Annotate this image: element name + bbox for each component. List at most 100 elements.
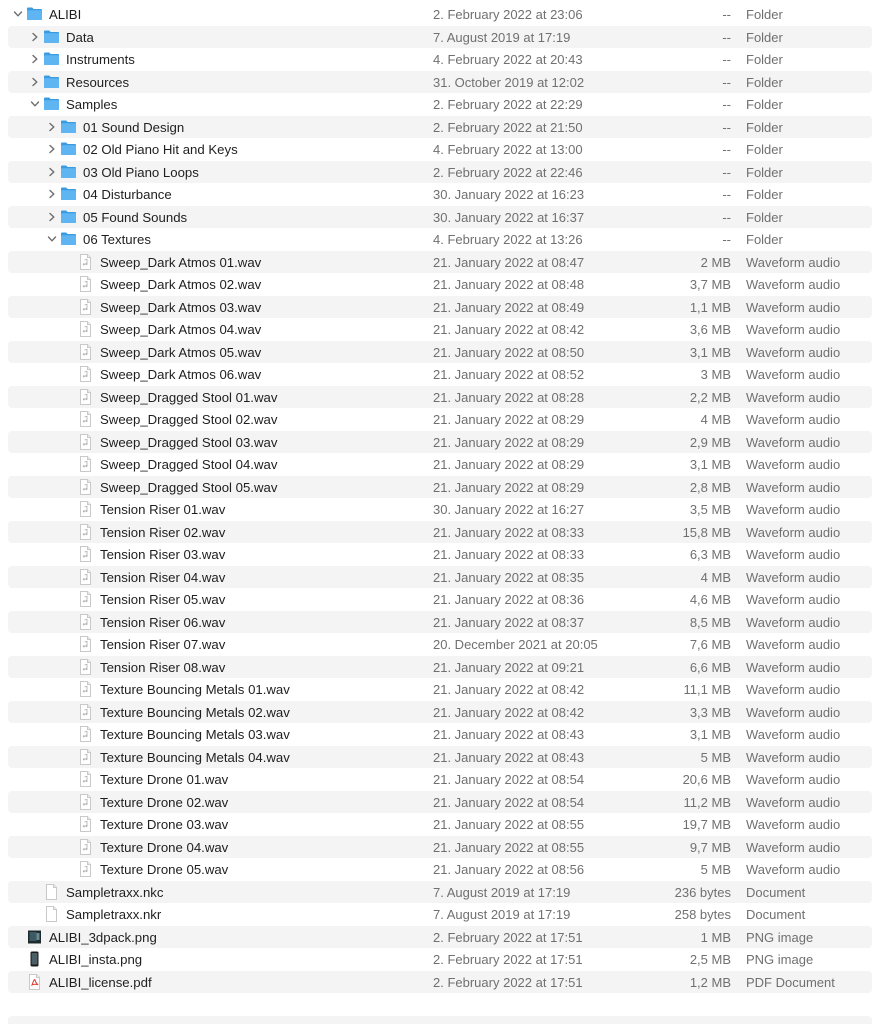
file-row[interactable]: Sampletraxx.nkc 7. August 2019 at 17:19 23… xyxy=(0,880,872,904)
chevron-right-icon[interactable] xyxy=(29,53,41,65)
file-row[interactable]: Sweep_Dark Atmos 06.wav 21. January 2022 … xyxy=(0,363,872,386)
date-modified: 2. February 2022 at 22:29 xyxy=(433,97,583,112)
file-kind: Waveform audio xyxy=(746,412,841,427)
file-row[interactable]: Sweep_Dragged Stool 02.wav 21. January 20… xyxy=(0,408,872,431)
file-row[interactable]: ALIBI_3dpack.png 2. February 2022 at 17:5… xyxy=(0,925,872,949)
file-size: 3 MB xyxy=(700,367,731,382)
file-kind: Waveform audio xyxy=(746,817,841,832)
file-row[interactable]: Tension Riser 03.wav 21. January 2022 at … xyxy=(0,543,872,566)
date-modified: 21. January 2022 at 08:55 xyxy=(433,839,585,855)
date-modified: 7. August 2019 at 17:19 xyxy=(433,907,571,922)
file-kind: Document xyxy=(746,907,806,922)
file-row[interactable]: Sweep_Dragged Stool 03.wav 21. January 20… xyxy=(0,430,872,454)
file-kind: Waveform audio xyxy=(746,862,841,877)
file-row[interactable]: Texture Drone 03.wav 21. January 2022 at … xyxy=(0,813,872,836)
folder-row[interactable]: 01 Sound Design 2. February 2022 at 21:50… xyxy=(0,115,872,139)
folder-row[interactable]: 06 Textures 4. February 2022 at 13:26 -- Fo… xyxy=(0,228,872,251)
file-size: 8,5 MB xyxy=(689,614,731,630)
chevron-right-icon[interactable] xyxy=(46,121,58,133)
chevron-right-icon[interactable] xyxy=(46,188,58,200)
date-modified: 21. January 2022 at 08:42 xyxy=(433,682,585,697)
file-name: Sweep_Dragged Stool 01.wav xyxy=(100,389,278,405)
folder-icon xyxy=(43,29,60,45)
date-modified: 2. February 2022 at 17:51 xyxy=(433,974,583,990)
file-row[interactable]: Texture Bouncing Metals 03.wav 21. Januar… xyxy=(0,723,872,746)
folder-row[interactable]: 04 Disturbance 30. January 2022 at 16:23 -… xyxy=(0,183,872,206)
file-size: 9,7 MB xyxy=(689,839,731,855)
chevron-down-icon[interactable] xyxy=(29,98,41,110)
folder-row[interactable]: Data 7. August 2019 at 17:19 -- Folder xyxy=(0,25,872,49)
audio-file-icon xyxy=(77,501,94,517)
file-row[interactable]: Sampletraxx.nkr 7. August 2019 at 17:19 25… xyxy=(0,903,872,926)
file-row[interactable]: Texture Drone 05.wav 21. January 2022 at … xyxy=(0,858,872,881)
folder-row[interactable]: 02 Old Piano Hit and Keys 4. February 202… xyxy=(0,138,872,161)
file-row[interactable]: Tension Riser 08.wav 21. January 2022 at … xyxy=(0,655,872,679)
audio-file-icon xyxy=(77,366,94,382)
file-row[interactable]: Tension Riser 07.wav 20. December 2021 at… xyxy=(0,633,872,656)
file-kind: PDF Document xyxy=(746,974,835,990)
date-modified: 21. January 2022 at 08:43 xyxy=(433,749,585,765)
chevron-right-icon[interactable] xyxy=(29,76,41,88)
file-size: -- xyxy=(722,232,731,247)
file-row[interactable]: Texture Drone 02.wav 21. January 2022 at … xyxy=(0,790,872,814)
file-name: Sweep_Dragged Stool 02.wav xyxy=(100,412,278,427)
folder-row[interactable]: Samples 2. February 2022 at 22:29 -- Folder xyxy=(0,93,872,116)
file-name: Sampletraxx.nkr xyxy=(66,907,162,922)
file-row[interactable]: Sweep_Dragged Stool 05.wav 21. January 20… xyxy=(0,475,872,499)
audio-file-icon xyxy=(77,838,94,855)
file-row[interactable]: Tension Riser 02.wav 21. January 2022 at … xyxy=(0,520,872,544)
audio-file-icon xyxy=(77,681,94,697)
chevron-right-icon[interactable] xyxy=(29,31,41,43)
file-row[interactable]: Sweep_Dark Atmos 04.wav 21. January 2022 … xyxy=(0,318,872,341)
file-row[interactable]: Texture Bouncing Metals 01.wav 21. Januar… xyxy=(0,678,872,701)
file-kind: Waveform audio xyxy=(746,614,841,630)
file-row[interactable]: ALIBI_insta.png 2. February 2022 at 17:51… xyxy=(0,948,872,971)
folder-row[interactable]: Resources 31. October 2019 at 12:02 -- Fold… xyxy=(0,70,872,94)
document-icon xyxy=(43,883,60,900)
audio-file-icon xyxy=(77,726,94,742)
file-row[interactable]: Sweep_Dark Atmos 05.wav 21. January 2022 … xyxy=(0,340,872,364)
file-name: Texture Drone 03.wav xyxy=(100,817,229,832)
file-size: 2,5 MB xyxy=(689,952,731,967)
file-row[interactable]: Sweep_Dark Atmos 02.wav 21. January 2022 … xyxy=(0,273,872,296)
chevron-down-icon[interactable] xyxy=(46,233,58,245)
file-size: 5 MB xyxy=(700,749,731,765)
folder-row[interactable]: 05 Found Sounds 30. January 2022 at 16:37… xyxy=(0,205,872,229)
file-kind: Folder xyxy=(746,142,783,157)
chevron-right-icon[interactable] xyxy=(46,143,58,155)
audio-file-icon xyxy=(77,816,94,832)
file-size: 3,6 MB xyxy=(689,322,731,337)
file-row[interactable]: ALIBI_license.pdf 2. February 2022 at 17:… xyxy=(0,970,872,994)
file-row[interactable]: Tension Riser 04.wav 21. January 2022 at … xyxy=(0,565,872,589)
file-kind: Waveform audio xyxy=(746,592,841,607)
file-row[interactable]: Sweep_Dragged Stool 01.wav 21. January 20… xyxy=(0,385,872,409)
file-name: Resources xyxy=(66,74,130,90)
file-row[interactable]: Texture Bouncing Metals 02.wav 21. Januar… xyxy=(0,700,872,724)
file-kind: Waveform audio xyxy=(746,479,841,495)
file-row[interactable]: Tension Riser 05.wav 21. January 2022 at … xyxy=(0,588,872,611)
file-row[interactable]: Sweep_Dark Atmos 01.wav 21. January 2022 … xyxy=(0,250,872,274)
date-modified: 21. January 2022 at 08:55 xyxy=(433,817,585,832)
file-row[interactable]: Texture Drone 04.wav 21. January 2022 at … xyxy=(0,835,872,859)
date-modified: 7. August 2019 at 17:19 xyxy=(433,884,571,900)
file-name: Data xyxy=(66,29,94,45)
file-row[interactable]: Tension Riser 01.wav 30. January 2022 at … xyxy=(0,498,872,521)
folder-row[interactable]: ALIBI 2. February 2022 at 23:06 -- Folder xyxy=(0,3,872,26)
file-row[interactable]: Texture Bouncing Metals 04.wav 21. Januar… xyxy=(0,745,872,769)
folder-row[interactable]: 03 Old Piano Loops 2. February 2022 at 22… xyxy=(0,160,872,184)
date-modified: 21. January 2022 at 08:43 xyxy=(433,727,585,742)
folder-row[interactable]: Instruments 4. February 2022 at 20:43 -- Fo… xyxy=(0,48,872,71)
file-row[interactable]: Texture Drone 01.wav 21. January 2022 at … xyxy=(0,768,872,791)
chevron-down-icon[interactable] xyxy=(12,8,24,20)
audio-file-icon xyxy=(77,771,94,787)
file-size: 6,6 MB xyxy=(689,659,731,675)
file-row[interactable]: Sweep_Dragged Stool 04.wav 21. January 20… xyxy=(0,453,872,476)
chevron-right-icon[interactable] xyxy=(46,211,58,223)
date-modified: 7. August 2019 at 17:19 xyxy=(433,29,571,45)
file-size: -- xyxy=(722,209,731,225)
file-row[interactable]: Sweep_Dark Atmos 03.wav 21. January 2022 … xyxy=(0,295,872,319)
file-size: -- xyxy=(722,29,731,45)
file-row[interactable]: Tension Riser 06.wav 21. January 2022 at … xyxy=(0,610,872,634)
chevron-right-icon[interactable] xyxy=(46,166,58,178)
file-name: Tension Riser 01.wav xyxy=(100,502,226,517)
